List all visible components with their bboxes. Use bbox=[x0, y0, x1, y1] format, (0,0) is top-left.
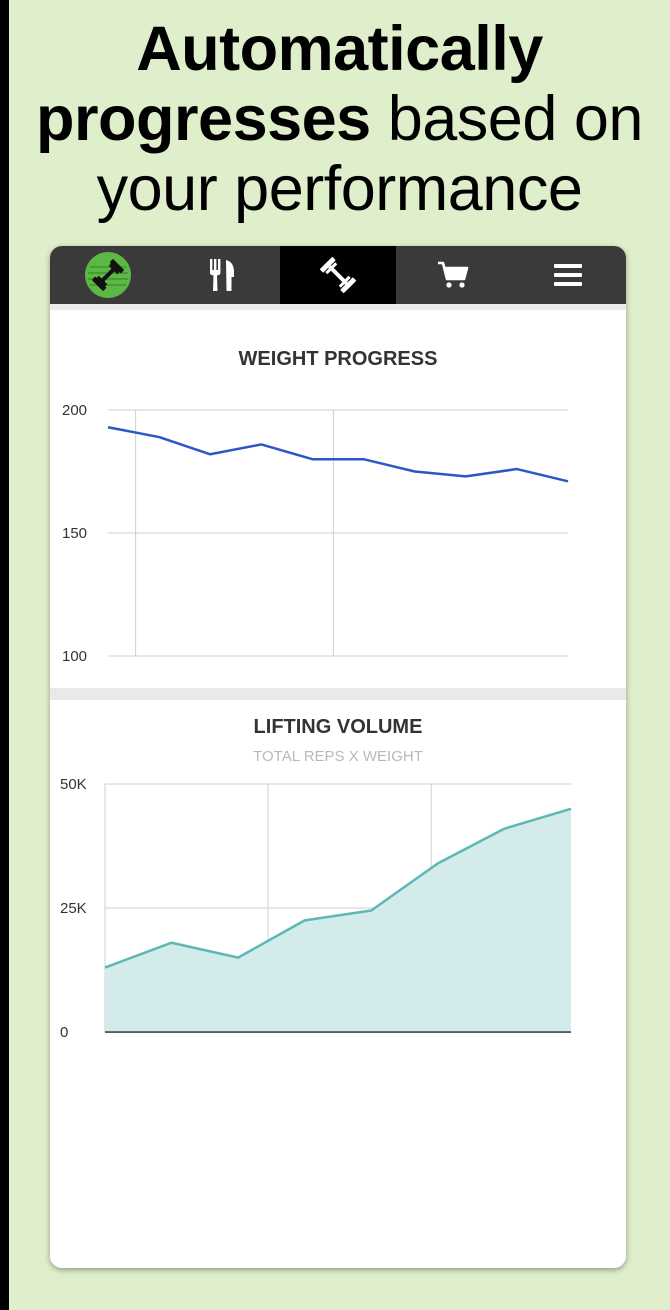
headline-line2-regular: based on bbox=[370, 84, 644, 154]
weight-y-tick-label: 100 bbox=[62, 648, 87, 665]
volume-y-tick-label: 0 bbox=[60, 1024, 68, 1041]
headline-line2-bold: progresses bbox=[36, 84, 371, 154]
nav-item-home[interactable] bbox=[50, 246, 165, 304]
lifting-volume-chart: 50K 25K 0 bbox=[60, 776, 572, 1041]
cart-icon bbox=[438, 261, 469, 288]
headline: Automatically progresses based on your p… bbox=[9, 14, 670, 224]
top-nav-bar bbox=[50, 246, 626, 304]
fork-knife-icon bbox=[209, 259, 234, 291]
volume-y-tick-label: 25K bbox=[60, 900, 87, 917]
app-logo-icon bbox=[84, 252, 131, 298]
nav-item-menu[interactable] bbox=[511, 246, 626, 304]
dumbbell-icon bbox=[320, 257, 356, 293]
left-edge-bar bbox=[0, 0, 9, 1310]
weight-progress-card: WEIGHT PROGRESS 200 150 100 bbox=[50, 310, 626, 688]
headline-line3: your performance bbox=[96, 154, 583, 224]
weight-y-tick-label: 200 bbox=[62, 402, 87, 419]
nav-item-workouts[interactable] bbox=[280, 246, 396, 304]
weight-y-tick-label: 150 bbox=[62, 525, 87, 542]
nav-item-nutrition[interactable] bbox=[165, 246, 280, 304]
card-divider bbox=[50, 688, 626, 700]
weight-progress-chart: 200 150 100 bbox=[62, 402, 569, 665]
menu-icon bbox=[554, 264, 583, 286]
weight-series-line bbox=[107, 425, 569, 483]
nav-item-shop[interactable] bbox=[396, 246, 511, 304]
phone-screen: WEIGHT PROGRESS 200 150 100 LIFTING VOLUME… bbox=[50, 246, 626, 1268]
volume-area-fill bbox=[105, 808, 571, 1032]
volume-y-tick-label: 50K bbox=[60, 776, 87, 793]
headline-line1: Automatically bbox=[136, 14, 543, 84]
lifting-volume-card: LIFTING VOLUME TOTAL REPS X WEIGHT 50K 25… bbox=[50, 700, 626, 1268]
